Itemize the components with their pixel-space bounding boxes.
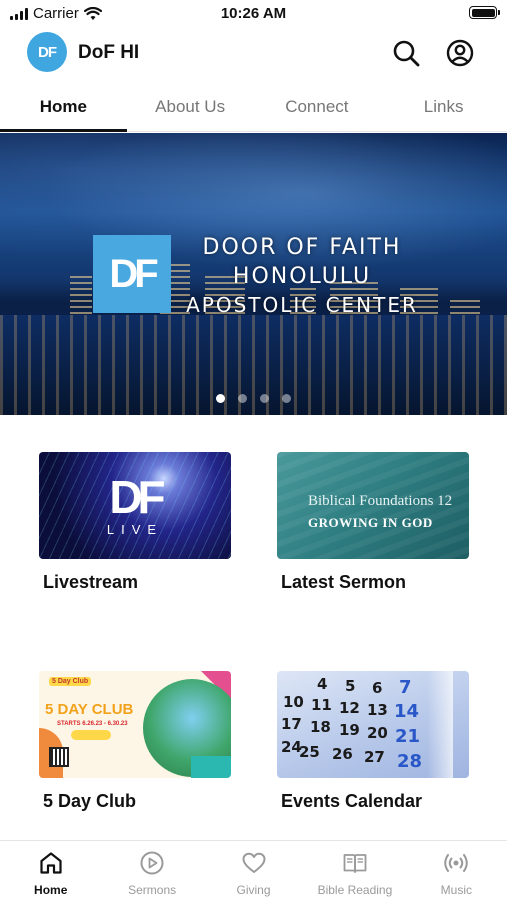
hero-line-1: DOOR OF FAITH [202, 235, 402, 260]
nav-music-label: Music [440, 883, 472, 897]
livestream-caption: LIVE [106, 522, 164, 537]
carousel-dot-4[interactable] [282, 394, 291, 403]
qr-code [49, 747, 69, 767]
hero-logo-text: DF [109, 251, 158, 296]
livestream-tile[interactable]: DF LIVE Livestream [39, 452, 231, 592]
five-day-club-label: 5 Day Club [43, 791, 137, 811]
club-pill [71, 730, 111, 740]
app-logo: DF [27, 32, 67, 72]
calendar-number: 21 [395, 726, 421, 747]
battery-icon [469, 6, 500, 19]
calendar-number: 20 [367, 724, 388, 742]
calendar-number: 28 [397, 751, 423, 772]
calendar-number: 19 [339, 721, 360, 739]
nav-home[interactable]: Home [0, 841, 101, 900]
tab-links[interactable]: Links [380, 82, 507, 131]
status-bar: Carrier 10:26 AM [0, 0, 507, 28]
tab-home[interactable]: Home [0, 82, 127, 132]
calendar-number: 4 [317, 675, 328, 693]
nav-home-label: Home [34, 883, 68, 897]
heart-icon [242, 852, 266, 873]
calendar-number: 7 [399, 677, 412, 698]
calendar-number: 14 [394, 701, 420, 722]
book-icon [343, 854, 367, 873]
livestream-logo: DF [109, 471, 165, 523]
calendar-number: 13 [367, 701, 388, 719]
carousel-dots [0, 394, 507, 403]
calendar-number: 17 [281, 715, 302, 733]
hero-line-3: APOSTOLIC CENTER [186, 293, 418, 317]
livestream-label: Livestream [43, 572, 139, 592]
hero-banner[interactable]: DF DOOR OF FAITH HONOLULU APOSTOLIC CENT… [0, 133, 507, 415]
calendar-number: 6 [372, 679, 383, 697]
play-circle-icon [140, 851, 164, 875]
calendar-number: 18 [310, 718, 331, 736]
account-icon[interactable] [445, 38, 475, 68]
app-header: DF DoF HI [0, 28, 507, 78]
app-logo-text: DF [38, 43, 57, 61]
five-day-club-tile[interactable]: 5 Day Club 5 DAY CLUB STARTS 6.26.23 - 6… [39, 671, 231, 811]
top-tabs: Home About Us Connect Links [0, 82, 507, 132]
broadcast-icon [444, 854, 469, 872]
five-day-club-thumbnail: 5 Day Club 5 DAY CLUB STARTS 6.26.23 - 6… [39, 671, 231, 778]
calendar-number: 5 [345, 677, 356, 695]
nav-bible-reading-label: Bible Reading [317, 883, 393, 897]
calendar-number: 10 [283, 693, 304, 711]
sermon-title: GROWING IN GOD [308, 515, 433, 530]
search-icon[interactable] [391, 38, 421, 68]
status-time: 10:26 AM [220, 5, 287, 22]
nav-giving[interactable]: Giving [203, 841, 304, 900]
carousel-dot-2[interactable] [238, 394, 247, 403]
calendar-number: 26 [332, 745, 353, 763]
hero-logo: DF [93, 235, 171, 313]
hero-title: DOOR OF FAITH HONOLULU APOSTOLIC CENTER [182, 233, 422, 320]
bottom-nav: Home Sermons Giving Bible Reading Music [0, 840, 507, 900]
latest-sermon-label: Latest Sermon [281, 572, 407, 592]
events-calendar-thumbnail: 4 5 6 7 10 11 12 13 14 17 18 19 20 21 24… [277, 671, 469, 778]
livestream-thumbnail: DF LIVE [39, 452, 231, 559]
sermon-series-title: Biblical Foundations 12 [308, 493, 453, 509]
app-title: DoF HI [78, 42, 140, 63]
nav-bible-reading[interactable]: Bible Reading [304, 841, 405, 900]
calendar-number: 27 [364, 748, 385, 766]
nav-sermons-label: Sermons [128, 883, 177, 897]
club-badge: 5 Day Club [49, 677, 92, 686]
carousel-dot-3[interactable] [260, 394, 269, 403]
carousel-dot-1[interactable] [216, 394, 225, 403]
club-title: 5 DAY CLUB [45, 701, 134, 718]
nav-giving-label: Giving [236, 883, 271, 897]
club-dates: STARTS 6.26.23 - 6.30.23 [57, 721, 128, 727]
calendar-number: 12 [339, 699, 360, 717]
events-calendar-label: Events Calendar [281, 791, 423, 811]
calendar-number: 25 [299, 743, 320, 761]
nav-sermons[interactable]: Sermons [101, 841, 202, 900]
calendar-number: 11 [311, 696, 332, 714]
nav-music[interactable]: Music [406, 841, 507, 900]
events-calendar-tile[interactable]: 4 5 6 7 10 11 12 13 14 17 18 19 20 21 24… [277, 671, 469, 811]
tab-about-us[interactable]: About Us [127, 82, 254, 131]
latest-sermon-tile[interactable]: Biblical Foundations 12 GROWING IN GOD L… [277, 452, 469, 592]
tab-connect[interactable]: Connect [254, 82, 381, 131]
latest-sermon-thumbnail: Biblical Foundations 12 GROWING IN GOD [277, 452, 469, 559]
home-icon [40, 852, 62, 874]
hero-line-2: HONOLULU [232, 264, 372, 289]
